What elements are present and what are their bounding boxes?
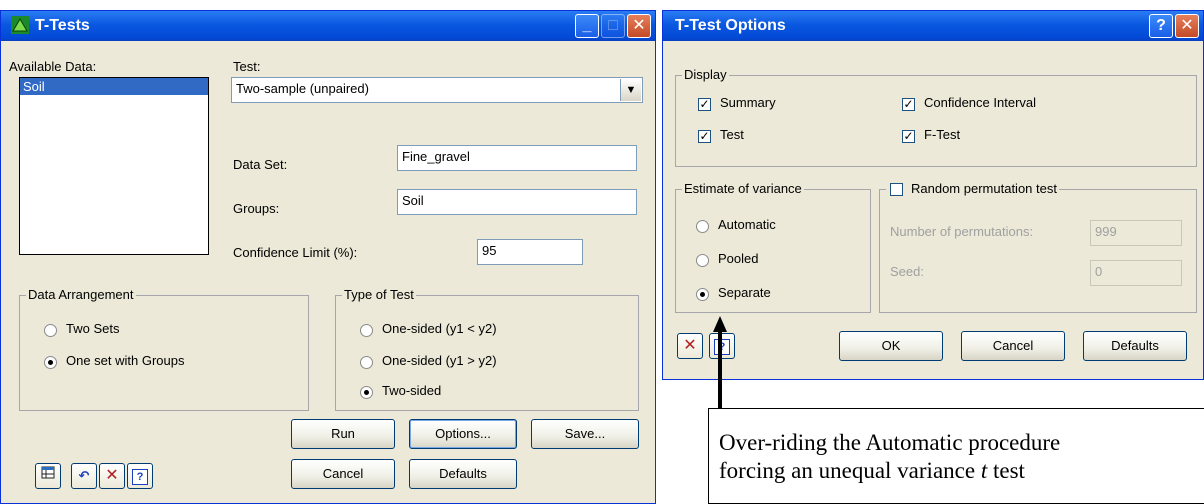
permutation-title: Random permutation test bbox=[911, 181, 1057, 196]
data-arrangement-title: Data Arrangement bbox=[26, 287, 136, 302]
annotation-line1: Over-riding the Automatic procedure bbox=[719, 430, 1061, 455]
data-arrangement-group: Data Arrangement Two Sets One set with G… bbox=[19, 287, 309, 411]
type-of-test-group: Type of Test One-sided (y1 < y2) One-sid… bbox=[335, 287, 639, 411]
confidence-limit-field[interactable]: 95 bbox=[477, 239, 583, 265]
app-icon bbox=[11, 16, 29, 34]
radio-two-sets-label: Two Sets bbox=[66, 321, 120, 336]
clear-icon[interactable]: ✕ bbox=[99, 463, 125, 489]
available-data-label: Available Data: bbox=[9, 59, 97, 74]
num-permutations-field: 999 bbox=[1090, 220, 1182, 246]
spreadsheet-icon[interactable] bbox=[35, 463, 61, 489]
radio-one-sided-gt[interactable] bbox=[360, 356, 373, 369]
run-button[interactable]: Run bbox=[291, 419, 395, 449]
type-of-test-title: Type of Test bbox=[342, 287, 416, 302]
radio-two-sets[interactable] bbox=[44, 324, 57, 337]
ttests-window: T-Tests _ □ ✕ Available Data: Soil Test:… bbox=[0, 10, 656, 504]
confidence-interval-label: Confidence Interval bbox=[924, 95, 1037, 110]
help-icon[interactable]: ? bbox=[127, 463, 153, 489]
radio-separate[interactable] bbox=[696, 288, 709, 301]
radio-one-sided-lt[interactable] bbox=[360, 324, 373, 337]
chevron-down-icon[interactable]: ▼ bbox=[620, 79, 641, 101]
options-title: T-Test Options bbox=[675, 17, 786, 34]
summary-checkbox[interactable]: ✓ bbox=[698, 98, 711, 111]
f-test-label: F-Test bbox=[924, 127, 961, 142]
radio-pooled-label: Pooled bbox=[718, 251, 759, 266]
dataset-field[interactable]: Fine_gravel bbox=[397, 145, 637, 171]
groups-field[interactable]: Soil bbox=[397, 189, 637, 215]
list-item[interactable]: Soil bbox=[20, 78, 208, 95]
radio-one-set-groups-label: One set with Groups bbox=[66, 353, 185, 368]
variance-group: Estimate of variance Automatic Pooled Se… bbox=[675, 181, 871, 313]
annotation-line2: forcing an unequal variance t test bbox=[719, 458, 1025, 483]
radio-pooled[interactable] bbox=[696, 254, 709, 267]
minimize-icon[interactable]: _ bbox=[575, 14, 599, 38]
clear-icon[interactable]: ✕ bbox=[677, 333, 703, 359]
dataset-label: Data Set: bbox=[233, 157, 288, 172]
annotation-box: Over-riding the Automatic procedure forc… bbox=[708, 408, 1204, 504]
permutation-group: Random permutation test Number of permut… bbox=[879, 181, 1197, 313]
close-icon[interactable]: ✕ bbox=[627, 14, 651, 38]
radio-one-set-groups[interactable] bbox=[44, 356, 57, 369]
cancel-button[interactable]: Cancel bbox=[291, 459, 395, 489]
test-label: Test: bbox=[233, 59, 261, 74]
options-titlebar[interactable]: T-Test Options ? ✕ bbox=[663, 11, 1203, 41]
permutation-checkbox[interactable] bbox=[890, 183, 903, 197]
seed-label: Seed: bbox=[890, 264, 924, 279]
radio-automatic[interactable] bbox=[696, 220, 709, 233]
save-button[interactable]: Save... bbox=[531, 419, 639, 449]
radio-separate-label: Separate bbox=[718, 285, 771, 300]
help-icon[interactable]: ? bbox=[1149, 14, 1173, 38]
defaults-button[interactable]: Defaults bbox=[1083, 331, 1187, 361]
maximize-icon: □ bbox=[601, 14, 625, 38]
f-test-checkbox[interactable]: ✓ bbox=[902, 130, 915, 143]
confidence-limit-label: Confidence Limit (%): bbox=[233, 245, 358, 260]
num-permutations-label: Number of permutations: bbox=[890, 224, 1034, 239]
permutation-legend: Random permutation test bbox=[886, 181, 1059, 197]
display-group: Display ✓ Summary ✓ Confidence Interval … bbox=[675, 67, 1197, 167]
ttests-title: T-Tests bbox=[35, 17, 90, 34]
seed-field: 0 bbox=[1090, 260, 1182, 286]
options-window: T-Test Options ? ✕ Display ✓ Summary ✓ C… bbox=[662, 10, 1204, 380]
ok-button[interactable]: OK bbox=[839, 331, 943, 361]
confidence-interval-checkbox[interactable]: ✓ bbox=[902, 98, 915, 111]
close-icon[interactable]: ✕ bbox=[1175, 14, 1199, 38]
radio-automatic-label: Automatic bbox=[718, 217, 776, 232]
groups-label: Groups: bbox=[233, 201, 280, 216]
available-data-list[interactable]: Soil bbox=[19, 77, 209, 255]
options-button[interactable]: Options... bbox=[409, 419, 517, 449]
test-label: Test bbox=[720, 127, 744, 142]
test-checkbox[interactable]: ✓ bbox=[698, 130, 711, 143]
cancel-button[interactable]: Cancel bbox=[961, 331, 1065, 361]
radio-one-sided-lt-label: One-sided (y1 < y2) bbox=[382, 321, 497, 336]
variance-title: Estimate of variance bbox=[682, 181, 804, 196]
display-title: Display bbox=[682, 67, 729, 82]
radio-one-sided-gt-label: One-sided (y1 > y2) bbox=[382, 353, 497, 368]
radio-two-sided-label: Two-sided bbox=[382, 383, 442, 398]
undo-icon[interactable]: ↶ bbox=[71, 463, 97, 489]
summary-label: Summary bbox=[720, 95, 776, 110]
radio-two-sided[interactable] bbox=[360, 386, 373, 399]
defaults-button[interactable]: Defaults bbox=[409, 459, 517, 489]
test-select[interactable]: Two-sample (unpaired) ▼ bbox=[231, 77, 643, 103]
ttests-titlebar[interactable]: T-Tests _ □ ✕ bbox=[1, 11, 655, 41]
test-select-value: Two-sample (unpaired) bbox=[236, 81, 369, 96]
